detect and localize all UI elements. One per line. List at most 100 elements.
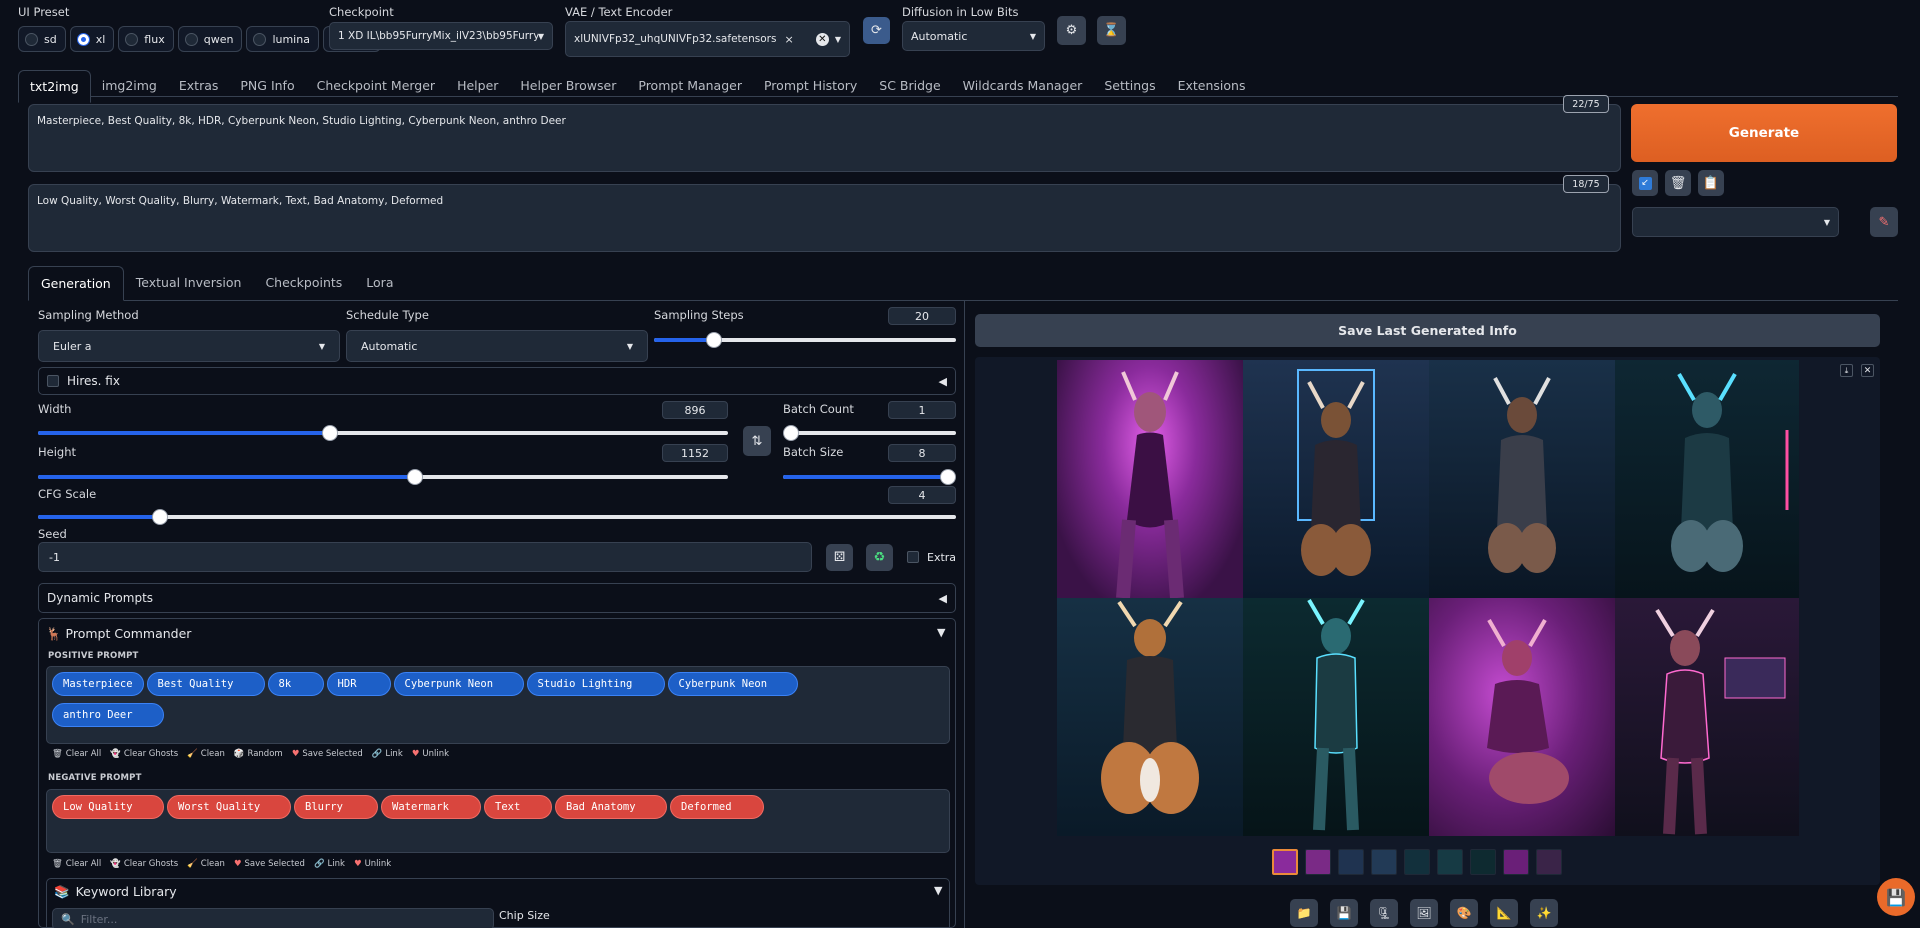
batch-size-input[interactable]: 8 — [888, 444, 956, 462]
clear-icon[interactable]: ✕ — [815, 32, 829, 46]
thumbnail[interactable] — [1536, 849, 1562, 875]
seed-input[interactable]: -1 — [38, 542, 812, 572]
gallery-image[interactable] — [1243, 360, 1429, 598]
thumbnail[interactable] — [1305, 849, 1331, 875]
chip-positive[interactable]: Studio Lighting — [526, 672, 665, 696]
download-icon[interactable]: ⤓ — [1840, 364, 1853, 377]
batch-count-input[interactable]: 1 — [888, 401, 956, 419]
negative-prompt-textarea[interactable]: Low Quality, Worst Quality, Blurry, Wate… — [28, 184, 1621, 252]
chip-negative[interactable]: Bad Anatomy — [555, 795, 667, 819]
sampling-method-select[interactable]: Euler a ▼ — [38, 330, 340, 362]
tab-extras[interactable]: Extras — [168, 70, 230, 103]
keyword-library-header[interactable]: 📚 Keyword Library — [54, 884, 177, 900]
trash-icon[interactable]: 🗑 — [1665, 170, 1691, 196]
extra-checkbox[interactable] — [907, 551, 919, 563]
tab-settings[interactable]: Settings — [1093, 70, 1166, 103]
tab-prompt-history[interactable]: Prompt History — [753, 70, 868, 103]
tab-lora[interactable]: Lora — [354, 266, 405, 301]
link-button[interactable]: 🔗 Link — [314, 859, 345, 869]
hires-checkbox[interactable] — [47, 375, 59, 387]
clear-all-button[interactable]: 🗑 Clear All — [52, 749, 101, 759]
styles-select[interactable]: ▼ — [1632, 207, 1839, 237]
clear-all-button[interactable]: 🗑 Clear All — [52, 859, 101, 869]
preset-xl[interactable]: xl — [69, 26, 115, 52]
gallery-image[interactable] — [1429, 598, 1615, 836]
tab-wildcards-manager[interactable]: Wildcards Manager — [952, 70, 1094, 103]
tab-prompt-manager[interactable]: Prompt Manager — [627, 70, 753, 103]
tab-generation[interactable]: Generation — [28, 266, 124, 301]
clear-ghosts-button[interactable]: 👻 Clear Ghosts — [110, 749, 178, 759]
chip-positive[interactable]: Masterpiece — [52, 672, 144, 696]
paste-icon[interactable]: ↙ — [1632, 170, 1658, 196]
batch-count-slider[interactable] — [783, 425, 956, 441]
gallery-image[interactable] — [1615, 360, 1799, 598]
thumbnail[interactable] — [1470, 849, 1496, 875]
chip-positive[interactable]: Best Quality — [146, 672, 265, 696]
tab-png-info[interactable]: PNG Info — [229, 70, 305, 103]
generate-button[interactable]: Generate — [1631, 104, 1897, 162]
slider-thumb[interactable] — [321, 425, 338, 441]
close-icon[interactable]: ✕ — [1861, 364, 1874, 377]
tab-helper-browser[interactable]: Helper Browser — [509, 70, 627, 103]
height-input[interactable]: 1152 — [662, 444, 728, 462]
chip-negative[interactable]: Watermark — [381, 795, 481, 819]
tab-helper[interactable]: Helper — [446, 70, 509, 103]
chip-positive[interactable]: 8k — [267, 672, 324, 696]
chip-negative[interactable]: Blurry — [294, 795, 378, 819]
negative-chip-area[interactable]: Low Quality Worst Quality Blurry Watermark T… — [46, 789, 950, 853]
recycle-icon[interactable]: ♻ — [866, 544, 893, 571]
gallery-image[interactable] — [1057, 598, 1243, 836]
save-last-info-button[interactable]: Save Last Generated Info — [975, 314, 1880, 347]
slider-thumb[interactable] — [783, 425, 799, 441]
edit-brush-icon[interactable]: ✎ — [1870, 207, 1898, 237]
collapse-left-icon[interactable]: ◀ — [939, 375, 947, 388]
thumbnail[interactable] — [1371, 849, 1397, 875]
unlink-button[interactable]: ♥ Unlink — [412, 749, 449, 759]
random-button[interactable]: 🎲 Random — [234, 749, 283, 759]
folder-icon[interactable]: 📁 — [1290, 899, 1318, 927]
gallery-image[interactable] — [1057, 360, 1243, 598]
schedule-type-select[interactable]: Automatic ▼ — [346, 330, 648, 362]
send-to-inpaint-icon[interactable]: 🎨 — [1450, 899, 1478, 927]
cfg-scale-input[interactable]: 4 — [888, 486, 956, 504]
collapse-left-icon[interactable]: ◀ — [939, 592, 947, 605]
swap-dimensions-icon[interactable]: ⇅ — [743, 426, 771, 456]
gallery-image[interactable] — [1243, 598, 1429, 836]
send-to-img2img-icon[interactable]: 🖼 — [1410, 899, 1438, 927]
clean-button[interactable]: 🧹 Clean — [187, 749, 225, 759]
width-slider[interactable] — [38, 425, 728, 441]
positive-prompt-textarea[interactable]: Masterpiece, Best Quality, 8k, HDR, Cybe… — [28, 104, 1621, 172]
sampling-steps-input[interactable]: 20 — [888, 307, 956, 325]
slider-thumb[interactable] — [706, 332, 723, 348]
thumbnail[interactable] — [1404, 849, 1430, 875]
tab-checkpoint-merger[interactable]: Checkpoint Merger — [306, 70, 446, 103]
cfg-scale-slider[interactable] — [38, 509, 956, 525]
save-selected-button[interactable]: ♥ Save Selected — [234, 859, 305, 869]
dynamic-prompts-panel[interactable]: Dynamic Prompts ◀ — [38, 583, 956, 613]
chip-positive[interactable]: anthro Deer — [52, 703, 164, 727]
magic-icon[interactable]: ✨ — [1530, 899, 1558, 927]
chip-positive[interactable]: Cyberpunk Neon — [667, 672, 798, 696]
send-to-extras-icon[interactable]: 📐 — [1490, 899, 1518, 927]
clean-button[interactable]: 🧹 Clean — [187, 859, 225, 869]
thumbnail[interactable] — [1272, 849, 1298, 875]
tab-img2img[interactable]: img2img — [91, 70, 168, 103]
clear-ghosts-button[interactable]: 👻 Clear Ghosts — [110, 859, 178, 869]
chip-negative[interactable]: Low Quality — [52, 795, 164, 819]
gallery-image[interactable] — [1615, 598, 1799, 836]
zip-icon[interactable]: 🗜 — [1370, 899, 1398, 927]
slider-thumb[interactable] — [152, 509, 169, 525]
remove-token-icon[interactable]: × — [784, 33, 793, 46]
clipboard-icon[interactable]: 📋 — [1698, 170, 1724, 196]
refresh-icon[interactable]: ⟳ — [863, 17, 890, 44]
thumbnail[interactable] — [1437, 849, 1463, 875]
link-button[interactable]: 🔗 Link — [372, 749, 403, 759]
tab-extensions[interactable]: Extensions — [1167, 70, 1257, 103]
preset-flux[interactable]: flux — [118, 26, 174, 52]
hires-fix-panel[interactable]: Hires. fix ◀ — [38, 367, 956, 395]
unlink-button[interactable]: ♥ Unlink — [354, 859, 391, 869]
preset-qwen[interactable]: qwen — [177, 26, 243, 52]
chip-negative[interactable]: Worst Quality — [167, 795, 291, 819]
width-input[interactable]: 896 — [662, 401, 728, 419]
unload-model-icon[interactable]: ⚙ — [1057, 16, 1086, 45]
